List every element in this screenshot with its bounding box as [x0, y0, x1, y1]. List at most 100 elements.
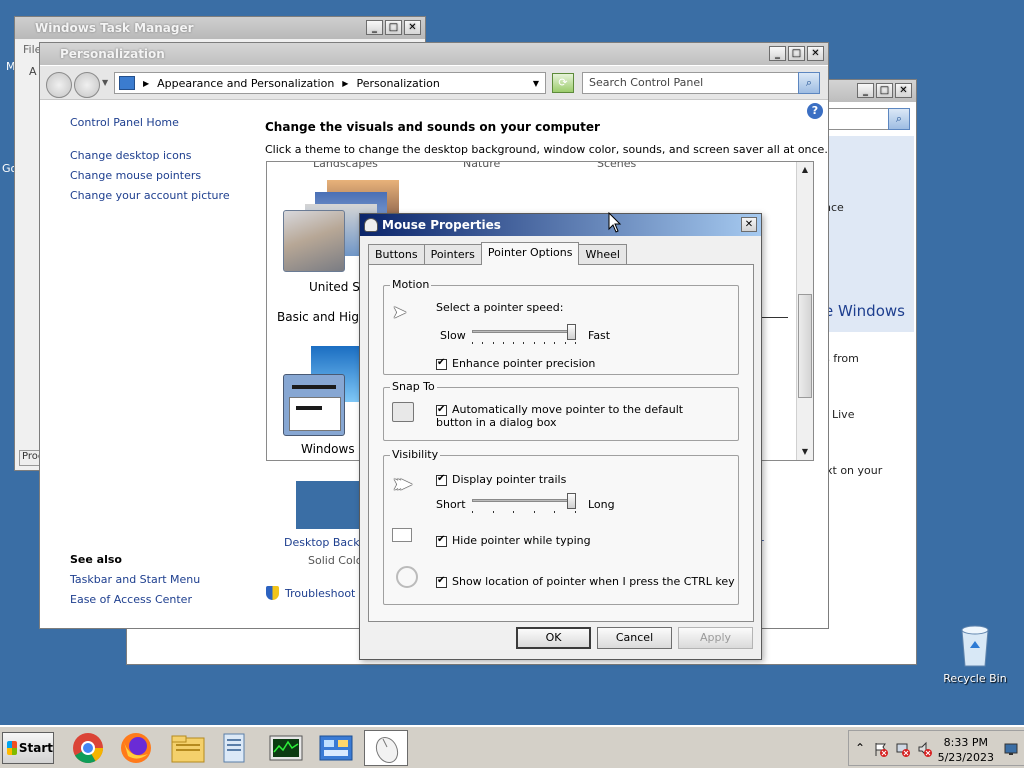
recent-pages-icon[interactable]: ▼ [102, 78, 108, 87]
apply-button[interactable]: Apply [678, 627, 753, 649]
maximize-button[interactable]: □ [385, 20, 402, 35]
recycle-bin-shortcut[interactable]: Recycle Bin [940, 622, 1010, 685]
slider-thumb[interactable] [567, 493, 576, 509]
checkbox-label: Display pointer trails [452, 473, 567, 486]
theme-scrollbar[interactable]: ▲ ▼ [796, 162, 813, 460]
back-button[interactable] [46, 72, 72, 98]
hide-pointer-icon [392, 528, 416, 552]
fast-label: Fast [588, 329, 611, 342]
refresh-icon[interactable]: ⟳ [552, 73, 574, 93]
troubleshoot-label[interactable]: Troubleshoot p [285, 587, 366, 600]
search-icon[interactable]: ⌕ [888, 108, 910, 130]
breadcrumb-item[interactable]: Appearance and Personalization [157, 77, 334, 90]
tab-pointer-options[interactable]: Pointer Options [480, 242, 580, 265]
personalization-titlebar[interactable]: Personalization _ □ ✕ [40, 43, 828, 65]
cancel-button[interactable]: Cancel [597, 627, 672, 649]
address-bar[interactable]: ▶ Appearance and Personalization ▶ Perso… [114, 72, 546, 94]
taskbar-explorer[interactable] [166, 730, 210, 766]
theme-thumbnail-windows7[interactable] [283, 374, 345, 436]
firefox-icon [121, 733, 151, 763]
checkbox-box[interactable] [436, 534, 447, 547]
desktop-background-thumbnail[interactable] [296, 481, 362, 529]
partial-text: Live [832, 408, 855, 421]
clock[interactable]: 8:33 PM 5/23/2023 [938, 735, 994, 765]
tab-strip: Buttons Pointers Pointer Options Wheel [368, 242, 627, 265]
control-panel-home-link[interactable]: Control Panel Home [70, 116, 250, 129]
tab-wheel[interactable]: Wheel [578, 244, 627, 264]
close-button[interactable]: ✕ [807, 46, 824, 61]
taskbar-file-cabinet[interactable] [212, 730, 256, 766]
search-input[interactable]: Search Control Panel ⌕ [582, 72, 820, 94]
change-account-picture-link[interactable]: Change your account picture [70, 189, 250, 202]
snap-to-checkbox[interactable]: Automatically move pointer to the defaul… [436, 403, 706, 429]
show-desktop-icon[interactable] [1004, 741, 1018, 757]
checkbox-box[interactable] [436, 575, 447, 588]
forward-button[interactable] [74, 72, 100, 98]
chevron-down-icon[interactable]: ▶ [143, 79, 149, 88]
enhance-precision-checkbox[interactable]: Enhance pointer precision [436, 357, 595, 370]
address-dropdown-icon[interactable]: ▼ [533, 79, 539, 88]
slider-thumb[interactable] [567, 324, 576, 340]
volume-icon[interactable] [917, 741, 933, 757]
close-button[interactable]: ✕ [741, 217, 757, 232]
page-description: Click a theme to change the desktop back… [265, 143, 828, 156]
breadcrumb-item[interactable]: Personalization [356, 77, 439, 90]
taskbar-firefox[interactable] [114, 730, 158, 766]
tab-partial[interactable]: A [29, 65, 37, 78]
taskbar-mouse-properties[interactable] [364, 730, 408, 766]
checkbox-box[interactable] [436, 357, 447, 370]
mouse-icon [375, 736, 399, 764]
taskbar-task-manager[interactable] [264, 730, 308, 766]
partial-text: xt on your [826, 464, 883, 477]
pointer-speed-slider[interactable] [472, 324, 576, 344]
maximize-button[interactable]: □ [788, 46, 805, 61]
scroll-down-icon[interactable]: ▼ [799, 446, 811, 458]
troubleshoot-link[interactable]: Troubleshoot p [266, 586, 366, 600]
see-also-header: See also [70, 553, 122, 566]
pointer-options-panel: Motion ➤ Select a pointer speed: Slow Fa… [368, 264, 754, 622]
minimize-button[interactable]: _ [857, 83, 874, 98]
tab-buttons[interactable]: Buttons [368, 244, 425, 264]
hide-pointer-checkbox[interactable]: Hide pointer while typing [436, 534, 591, 547]
tab-pointers[interactable]: Pointers [423, 244, 482, 264]
scroll-thumb[interactable] [798, 294, 812, 398]
action-center-flag-icon[interactable] [873, 741, 889, 757]
show-location-checkbox[interactable]: Show location of pointer when I press th… [436, 575, 735, 588]
theme-group-header: Basic and High [277, 310, 367, 324]
theme-label[interactable]: Windows 7 [301, 442, 366, 456]
checkbox-box[interactable] [436, 403, 447, 416]
change-mouse-pointers-link[interactable]: Change mouse pointers [70, 169, 250, 182]
ok-button[interactable]: OK [516, 627, 591, 649]
ease-of-access-link[interactable]: Ease of Access Center [70, 593, 200, 606]
pointer-trails-checkbox[interactable]: Display pointer trails [436, 473, 566, 486]
mouse-properties-titlebar[interactable]: Mouse Properties ✕ [360, 214, 761, 236]
task-manager-titlebar[interactable]: Windows Task Manager _ □ ✕ [15, 17, 425, 39]
theme-thumbnail-united[interactable] [283, 210, 345, 272]
left-navigation: Control Panel Home Change desktop icons … [70, 116, 250, 209]
control-panel-icon [319, 735, 353, 761]
taskbar-chrome[interactable] [66, 730, 110, 766]
change-desktop-icons-link[interactable]: Change desktop icons [70, 149, 250, 162]
show-hidden-icons-icon[interactable]: ⌃ [855, 741, 871, 757]
chevron-down-icon[interactable]: ▶ [342, 79, 348, 88]
theme-label[interactable]: United St [309, 280, 365, 294]
search-icon[interactable]: ⌕ [798, 72, 820, 94]
search-input[interactable]: ⌕ [820, 108, 910, 130]
minimize-button[interactable]: _ [769, 46, 786, 61]
mouse-properties-dialog[interactable]: Mouse Properties ✕ Buttons Pointers Poin… [359, 213, 762, 660]
windows-logo-icon [7, 741, 17, 755]
start-button[interactable]: Start [2, 732, 54, 764]
minimize-button[interactable]: _ [366, 20, 383, 35]
network-icon[interactable] [895, 741, 911, 757]
trail-length-slider[interactable] [472, 493, 576, 513]
close-button[interactable]: ✕ [404, 20, 421, 35]
taskbar-start-menu-link[interactable]: Taskbar and Start Menu [70, 573, 200, 586]
close-button[interactable]: ✕ [895, 83, 912, 98]
scroll-up-icon[interactable]: ▲ [799, 164, 811, 176]
snap-to-group: Snap To Automatically move pointer to th… [383, 380, 739, 441]
taskbar-control-panel[interactable] [314, 730, 358, 766]
checkbox-box[interactable] [436, 473, 447, 486]
see-also-section: See also Taskbar and Start Menu Ease of … [70, 553, 200, 613]
maximize-button[interactable]: □ [876, 83, 893, 98]
help-icon[interactable]: ? [807, 103, 823, 119]
